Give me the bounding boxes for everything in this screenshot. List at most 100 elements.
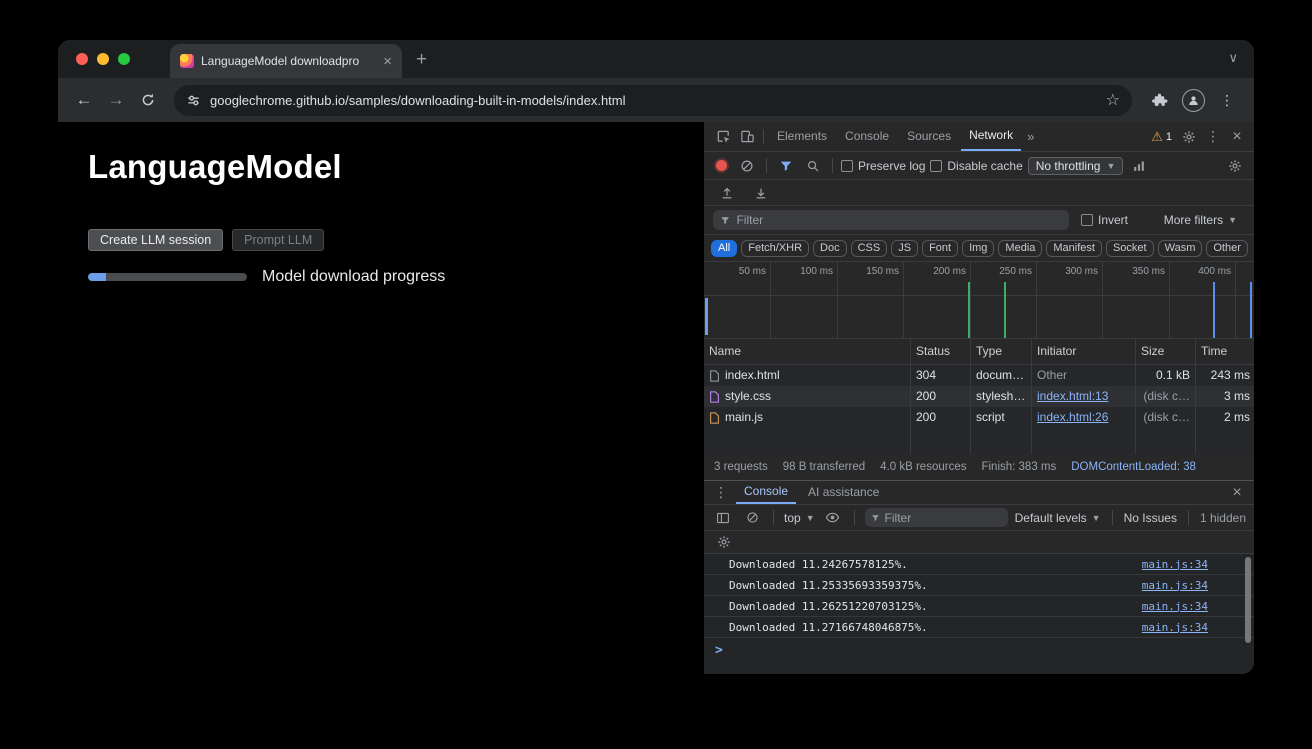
network-search-button[interactable] — [802, 155, 824, 177]
bookmark-star-icon[interactable]: ☆ — [1106, 90, 1120, 110]
network-conditions-button[interactable] — [1128, 155, 1150, 177]
profile-button[interactable] — [1178, 86, 1208, 114]
tab-search-chevron-icon[interactable]: ∨ — [1228, 50, 1238, 66]
site-settings-icon[interactable] — [186, 93, 201, 108]
network-timeline[interactable]: 50 ms 100 ms 150 ms 200 ms 250 ms 300 ms… — [704, 262, 1254, 339]
tab-network[interactable]: Network — [961, 122, 1021, 151]
tab-sources[interactable]: Sources — [899, 122, 959, 151]
col-name[interactable]: Name — [704, 339, 911, 365]
network-filter-toggle-button[interactable] — [775, 155, 797, 177]
table-row[interactable]: main.js 200 script index.html:26 (disk c… — [704, 407, 1254, 428]
maximize-window-button[interactable] — [118, 53, 130, 65]
record-network-button[interactable] — [716, 160, 727, 171]
device-toolbar-button[interactable] — [736, 126, 758, 148]
network-filter-input[interactable] — [736, 213, 1062, 227]
throttling-select[interactable]: No throttling ▼ — [1028, 157, 1124, 175]
col-size[interactable]: Size — [1136, 339, 1196, 365]
browser-tab[interactable]: LanguageModel downloadpro × — [170, 44, 402, 78]
console-settings-button[interactable] — [713, 531, 735, 553]
source-link[interactable]: main.js:34 — [1142, 558, 1208, 571]
source-link[interactable]: main.js:34 — [1142, 621, 1208, 634]
console-message[interactable]: Downloaded 11.27166748046875%. main.js:3… — [704, 617, 1254, 638]
drawer-menu-button[interactable]: ⋮ — [710, 482, 732, 504]
back-button[interactable]: ← — [70, 86, 98, 114]
chip-doc[interactable]: Doc — [813, 240, 847, 257]
console-filter-input[interactable] — [885, 511, 1002, 525]
export-har-button[interactable] — [750, 182, 772, 204]
chip-fetch-xhr[interactable]: Fetch/XHR — [741, 240, 809, 257]
page-buttons: Create LLM session Prompt LLM — [88, 229, 703, 251]
issues-status[interactable]: No Issues — [1124, 511, 1177, 525]
table-row[interactable]: index.html 304 docum… Other 0.1 kB 243 m… — [704, 365, 1254, 386]
network-settings-button[interactable] — [1224, 155, 1246, 177]
initiator-link[interactable]: index.html:13 — [1037, 389, 1108, 403]
chip-wasm[interactable]: Wasm — [1158, 240, 1203, 257]
chip-other[interactable]: Other — [1206, 240, 1248, 257]
tab-close-icon[interactable]: × — [381, 54, 394, 69]
log-levels-select[interactable]: Default levels ▼ — [1015, 511, 1101, 525]
devtools-settings-button[interactable] — [1178, 126, 1200, 148]
drawer-tab-ai-assistance[interactable]: AI assistance — [800, 481, 887, 504]
issues-counter[interactable]: ⚠ 1 — [1147, 129, 1176, 145]
import-har-button[interactable] — [716, 182, 738, 204]
create-llm-session-button[interactable]: Create LLM session — [88, 229, 223, 251]
invert-filter-option[interactable]: Invert — [1081, 213, 1128, 227]
more-filters-button[interactable]: More filters ▼ — [1164, 213, 1245, 227]
chip-js[interactable]: JS — [891, 240, 918, 257]
tab-title: LanguageModel downloadpro — [201, 54, 374, 68]
chip-socket[interactable]: Socket — [1106, 240, 1154, 257]
console-sidebar-toggle-button[interactable] — [712, 507, 734, 529]
invert-checkbox[interactable] — [1081, 214, 1093, 226]
chip-css[interactable]: CSS — [851, 240, 888, 257]
clear-console-button[interactable] — [741, 507, 763, 529]
chip-font[interactable]: Font — [922, 240, 958, 257]
chip-media[interactable]: Media — [998, 240, 1042, 257]
chip-all[interactable]: All — [711, 240, 737, 257]
url-text[interactable]: googlechrome.github.io/samples/downloadi… — [210, 93, 1097, 108]
console-message[interactable]: Downloaded 11.25335693359375%. main.js:3… — [704, 575, 1254, 596]
chevron-down-icon: ▼ — [1228, 215, 1237, 225]
more-tabs-chevron-icon[interactable]: » — [1023, 129, 1038, 144]
console-prompt[interactable]: > — [704, 638, 1254, 662]
minimize-window-button[interactable] — [97, 53, 109, 65]
preserve-log-checkbox[interactable] — [841, 160, 853, 172]
console-context-select[interactable]: top ▼ — [784, 511, 815, 525]
new-tab-button[interactable]: + — [416, 50, 427, 69]
prompt-llm-button[interactable]: Prompt LLM — [232, 229, 324, 251]
disable-cache-checkbox[interactable] — [930, 160, 942, 172]
table-row[interactable]: style.css 200 stylesh… index.html:13 (di… — [704, 386, 1254, 407]
close-window-button[interactable] — [76, 53, 88, 65]
address-bar[interactable]: googlechrome.github.io/samples/downloadi… — [174, 85, 1132, 116]
forward-button[interactable]: → — [102, 86, 130, 114]
hidden-messages-count[interactable]: 1 hidden — [1200, 511, 1246, 525]
live-expression-button[interactable] — [822, 507, 844, 529]
chip-img[interactable]: Img — [962, 240, 994, 257]
source-link[interactable]: main.js:34 — [1142, 579, 1208, 592]
inspect-element-button[interactable] — [712, 126, 734, 148]
disable-cache-option[interactable]: Disable cache — [930, 159, 1022, 173]
col-initiator[interactable]: Initiator — [1032, 339, 1136, 365]
upload-icon — [720, 186, 734, 200]
col-type[interactable]: Type — [971, 339, 1032, 365]
reload-button[interactable] — [134, 86, 162, 114]
drawer-tab-console[interactable]: Console — [736, 481, 796, 504]
console-message[interactable]: Downloaded 11.24267578125%. main.js:34 — [704, 554, 1254, 575]
clear-network-button[interactable] — [736, 155, 758, 177]
source-link[interactable]: main.js:34 — [1142, 600, 1208, 613]
chip-manifest[interactable]: Manifest — [1046, 240, 1102, 257]
console-message[interactable]: Downloaded 11.26251220703125%. main.js:3… — [704, 596, 1254, 617]
network-filter-box[interactable] — [713, 210, 1069, 230]
devtools-menu-button[interactable]: ⋮ — [1202, 126, 1224, 148]
tab-elements[interactable]: Elements — [769, 122, 835, 151]
extensions-button[interactable] — [1144, 86, 1174, 114]
console-scrollbar[interactable] — [1245, 557, 1251, 643]
col-time[interactable]: Time — [1196, 339, 1254, 365]
col-status[interactable]: Status — [911, 339, 971, 365]
console-filter-box[interactable] — [865, 508, 1008, 527]
tab-console[interactable]: Console — [837, 122, 897, 151]
drawer-close-button[interactable]: × — [1226, 482, 1248, 504]
browser-menu-button[interactable]: ⋮ — [1212, 86, 1242, 114]
preserve-log-option[interactable]: Preserve log — [841, 159, 925, 173]
devtools-close-button[interactable]: × — [1226, 126, 1248, 148]
initiator-link[interactable]: index.html:26 — [1037, 410, 1108, 424]
